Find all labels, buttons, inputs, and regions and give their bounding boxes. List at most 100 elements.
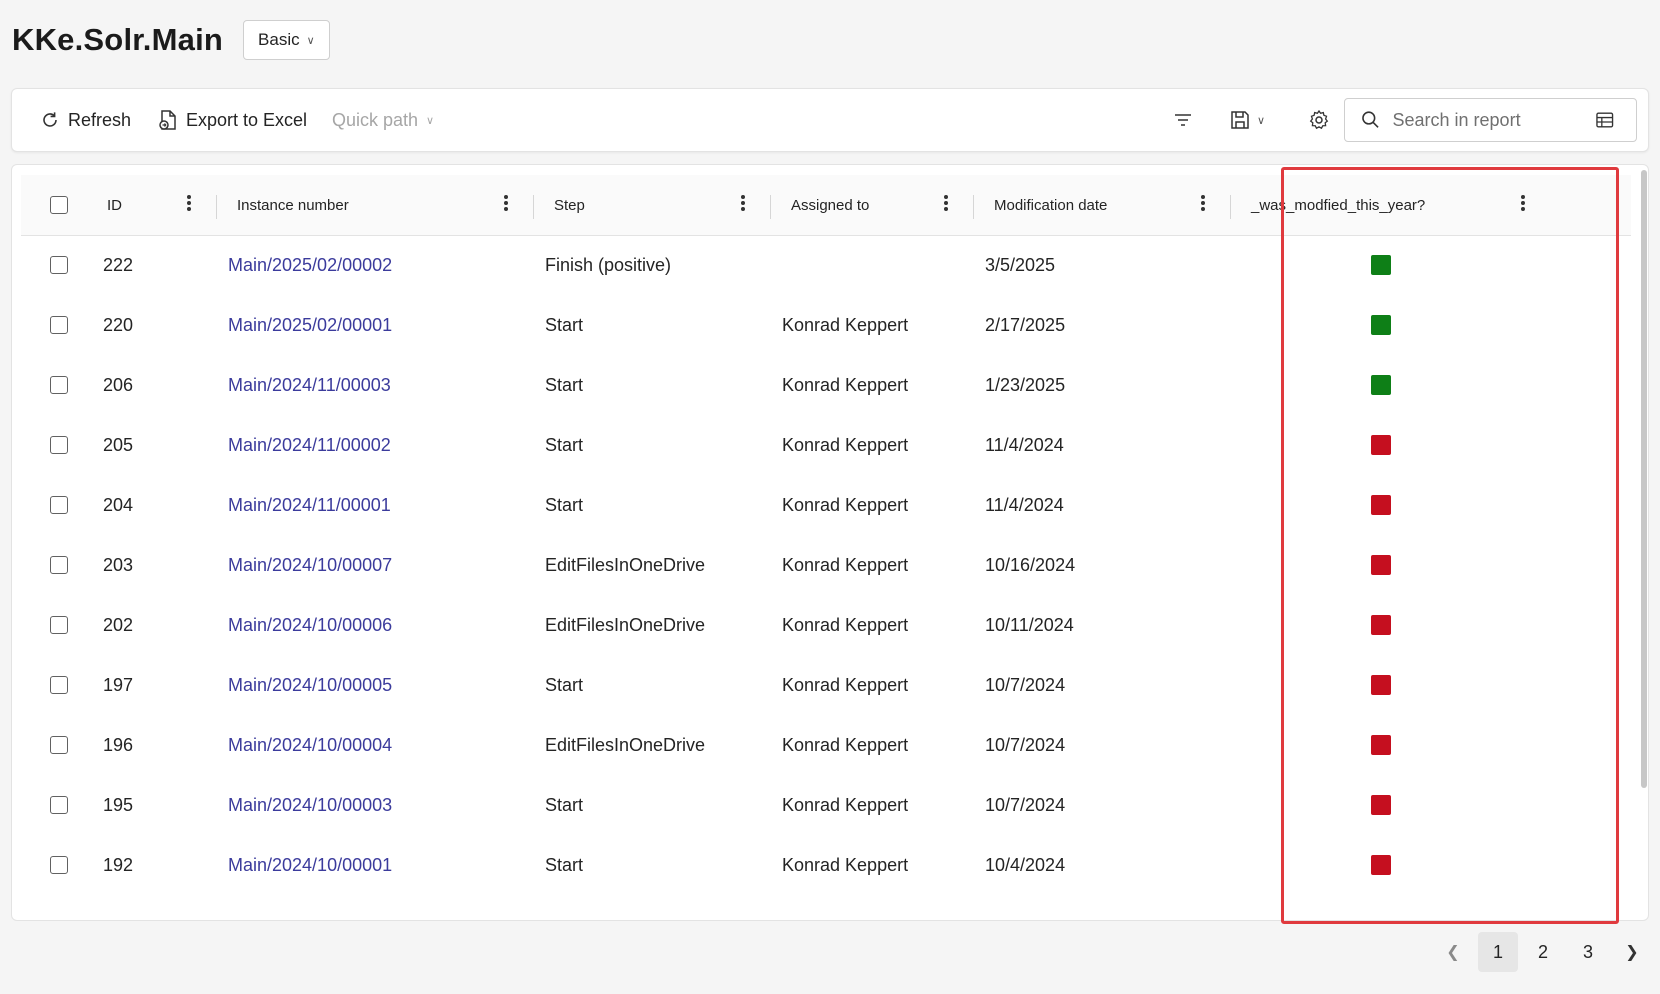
cell-assigned: Konrad Keppert — [782, 374, 909, 395]
cell-id: 192 — [103, 854, 134, 875]
vertical-scrollbar[interactable] — [1641, 170, 1647, 788]
row-checkbox[interactable] — [50, 676, 68, 694]
column-divider[interactable] — [533, 195, 534, 219]
column-divider[interactable] — [1230, 195, 1231, 219]
instance-link[interactable]: Main/2024/10/00007 — [228, 535, 392, 595]
cell-step: Start — [545, 314, 584, 335]
cell-modified: 10/7/2024 — [985, 794, 1066, 815]
table-view-icon[interactable] — [1595, 110, 1615, 130]
cell-assigned: Konrad Keppert — [782, 734, 909, 755]
cell-assigned: Konrad Keppert — [782, 854, 909, 875]
instance-link[interactable]: Main/2024/11/00002 — [228, 415, 391, 475]
page-title: KKe.Solr.Main — [12, 22, 224, 57]
column-header-modified[interactable]: Modification date — [994, 175, 1107, 235]
search-input[interactable] — [1390, 108, 1595, 132]
cell-assigned: Konrad Keppert — [782, 494, 909, 515]
row-checkbox[interactable] — [50, 496, 68, 514]
row-checkbox[interactable] — [50, 316, 68, 334]
page-button-1[interactable]: 1 — [1478, 932, 1518, 972]
table-row[interactable]: 197 Main/2024/10/00005 Start Konrad Keppert… — [21, 655, 1631, 715]
table-row[interactable]: 205 Main/2024/11/00002 Start Konrad Keppert… — [21, 415, 1631, 475]
cell-modified: 11/4/2024 — [985, 494, 1064, 515]
cell-modified: 10/7/2024 — [985, 734, 1066, 755]
table-row[interactable]: 206 Main/2024/11/00003 Start Konrad Keppert… — [21, 355, 1631, 415]
page-header: KKe.Solr.Main Basic ∨ — [12, 18, 330, 62]
column-menu-assigned[interactable] — [940, 193, 952, 217]
column-menu-step[interactable] — [737, 193, 749, 217]
status-square-negative — [1371, 555, 1391, 575]
status-square-negative — [1371, 675, 1391, 695]
instance-link[interactable]: Main/2024/10/00003 — [228, 775, 392, 835]
save-view-button[interactable]: ∨ — [1229, 106, 1265, 134]
instance-link[interactable]: Main/2024/11/00001 — [228, 475, 391, 535]
instance-link[interactable]: Main/2025/02/00001 — [228, 295, 392, 355]
status-square-negative — [1371, 795, 1391, 815]
row-checkbox[interactable] — [50, 256, 68, 274]
grid-header: ID Instance number Step Assigned to Modi… — [21, 175, 1631, 236]
instance-link[interactable]: Main/2024/10/00001 — [228, 835, 392, 895]
column-header-flag[interactable]: _was_modfied_this_year? — [1251, 175, 1425, 235]
column-menu-instance[interactable] — [500, 193, 512, 217]
row-checkbox[interactable] — [50, 616, 68, 634]
column-menu-flag[interactable] — [1517, 193, 1529, 217]
table-row[interactable]: 222 Main/2025/02/00002 Finish (positive) 3/… — [21, 235, 1631, 295]
refresh-button[interactable]: Refresh — [40, 89, 131, 151]
table-row[interactable]: 195 Main/2024/10/00003 Start Konrad Keppert… — [21, 775, 1631, 835]
page-button-3[interactable]: 3 — [1568, 932, 1608, 972]
instance-link[interactable]: Main/2025/02/00002 — [228, 235, 392, 295]
select-all-checkbox[interactable] — [50, 196, 68, 214]
table-row[interactable]: 203 Main/2024/10/00007 EditFilesInOneDrive… — [21, 535, 1631, 595]
row-checkbox[interactable] — [50, 736, 68, 754]
row-checkbox[interactable] — [50, 856, 68, 874]
cell-step: Start — [545, 374, 584, 395]
column-menu-id[interactable] — [183, 193, 195, 217]
cell-modified: 1/23/2025 — [985, 374, 1066, 395]
quick-path-button[interactable]: Quick path ∨ — [332, 89, 434, 151]
cell-id: 206 — [103, 374, 134, 395]
cell-assigned: Konrad Keppert — [782, 674, 909, 695]
cell-assigned: Konrad Keppert — [782, 794, 909, 815]
cell-modified: 2/17/2025 — [985, 314, 1066, 335]
row-checkbox[interactable] — [50, 556, 68, 574]
filter-button[interactable] — [1172, 106, 1194, 134]
table-row[interactable]: 196 Main/2024/10/00004 EditFilesInOneDrive… — [21, 715, 1631, 775]
cell-id: 195 — [103, 794, 134, 815]
table-row[interactable]: 204 Main/2024/11/00001 Start Konrad Keppert… — [21, 475, 1631, 535]
instance-link[interactable]: Main/2024/10/00005 — [228, 655, 392, 715]
instance-link[interactable]: Main/2024/10/00004 — [228, 715, 392, 775]
column-menu-modified[interactable] — [1197, 193, 1209, 217]
cell-assigned: Konrad Keppert — [782, 554, 909, 575]
settings-button[interactable] — [1308, 106, 1330, 134]
refresh-icon — [43, 112, 57, 127]
chevron-down-icon: ∨ — [306, 34, 315, 47]
instance-link[interactable]: Main/2024/10/00006 — [228, 595, 392, 655]
row-checkbox[interactable] — [50, 376, 68, 394]
table-row[interactable]: 192 Main/2024/10/00001 Start Konrad Keppert… — [21, 835, 1631, 895]
column-header-id[interactable]: ID — [107, 175, 122, 235]
next-page-button[interactable]: ❯ — [1612, 932, 1652, 972]
cell-step: Finish (positive) — [545, 254, 672, 275]
cell-step: Start — [545, 794, 584, 815]
view-selector[interactable]: Basic ∨ — [243, 20, 330, 60]
prev-page-button[interactable]: ❮ — [1433, 932, 1473, 972]
export-excel-button[interactable]: Export to Excel — [158, 89, 307, 151]
page-button-2[interactable]: 2 — [1523, 932, 1563, 972]
column-divider[interactable] — [770, 195, 771, 219]
row-checkbox[interactable] — [50, 796, 68, 814]
column-header-instance[interactable]: Instance number — [237, 175, 349, 235]
column-divider[interactable] — [973, 195, 974, 219]
row-checkbox[interactable] — [50, 436, 68, 454]
instance-link[interactable]: Main/2024/11/00003 — [228, 355, 391, 415]
cell-step: Start — [545, 494, 584, 515]
column-header-step[interactable]: Step — [554, 175, 585, 235]
search-icon — [1362, 111, 1379, 128]
cell-id: 205 — [103, 434, 134, 455]
table-row[interactable]: 220 Main/2025/02/00001 Start Konrad Keppert… — [21, 295, 1631, 355]
table-row[interactable]: 202 Main/2024/10/00006 EditFilesInOneDrive… — [21, 595, 1631, 655]
export-file-icon — [159, 110, 176, 130]
status-square-positive — [1371, 315, 1391, 335]
column-header-assigned[interactable]: Assigned to — [791, 175, 869, 235]
column-divider[interactable] — [216, 195, 217, 219]
cell-step: EditFilesInOneDrive — [545, 734, 706, 755]
search-box — [1344, 98, 1637, 142]
